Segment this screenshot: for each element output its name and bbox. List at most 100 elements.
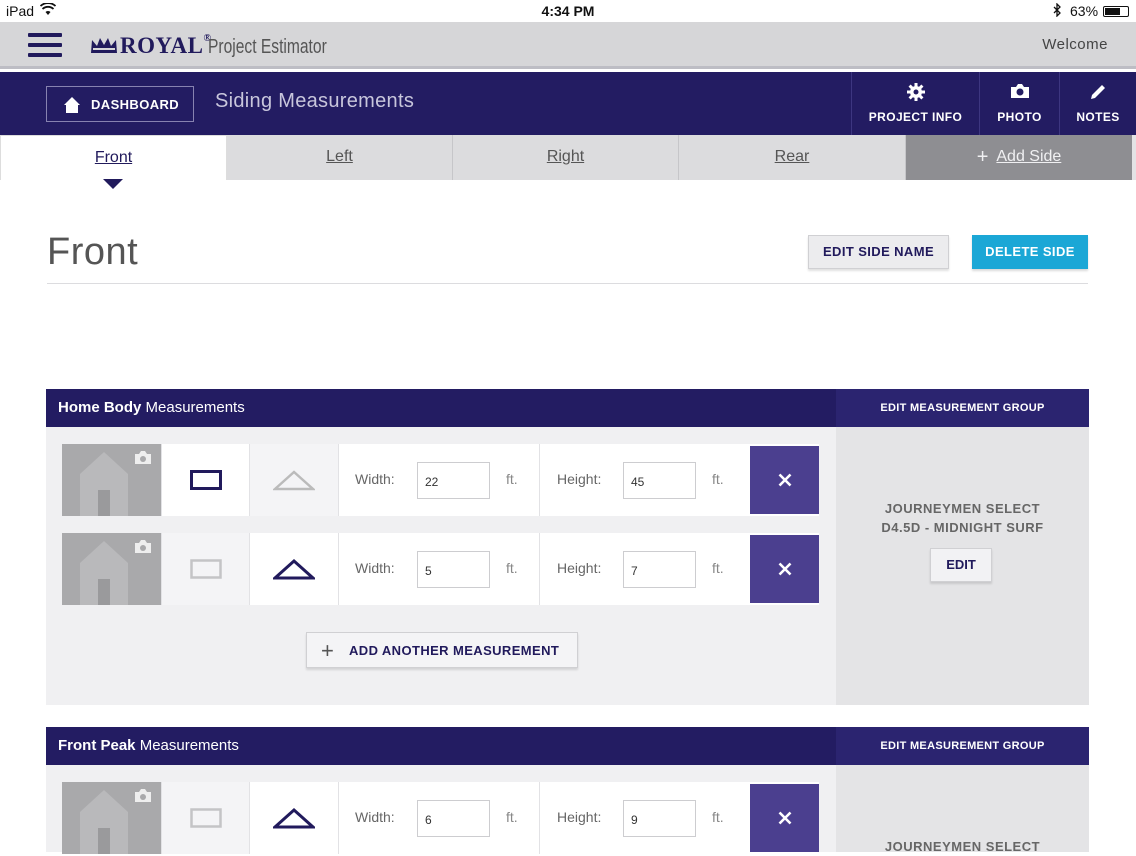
measurement-row: Width: 22 ft. Height: 45 ft. <box>62 444 819 516</box>
photo-label: PHOTO <box>997 110 1042 124</box>
active-tab-caret-icon <box>103 179 123 189</box>
camera-icon <box>135 789 151 802</box>
triangle-shape-icon <box>273 470 315 491</box>
delete-row-button[interactable] <box>750 446 819 514</box>
plus-icon: + <box>976 146 989 168</box>
height-input[interactable]: 9 <box>623 800 696 837</box>
status-bar: iPad 4:34 PM 63% <box>0 0 1136 22</box>
house-photo-thumbnail[interactable] <box>62 444 161 516</box>
height-unit: ft. <box>712 560 724 576</box>
height-field-group: Height: 9 ft. <box>539 782 750 854</box>
menu-icon[interactable] <box>28 33 62 57</box>
measurement-row: Width: 6 ft. Height: 9 ft. <box>62 782 819 854</box>
group-header: Home Body Measurements EDIT MEASUREMENT … <box>46 389 1089 427</box>
width-input[interactable]: 6 <box>417 800 490 837</box>
delete-row-button[interactable] <box>750 784 819 852</box>
triangle-shape-icon <box>273 558 315 580</box>
battery-percent: 63% <box>1070 3 1099 19</box>
shape-triangle-option[interactable] <box>249 533 338 605</box>
battery-icon <box>1103 6 1129 17</box>
group-product-panel: JOURNEYMEN SELECT D4.5D - MIDNIGHT SURF … <box>836 427 1089 705</box>
width-input[interactable]: 5 <box>417 551 490 588</box>
group-title-bold: Home Body <box>58 399 142 416</box>
delete-row-button[interactable] <box>750 535 819 603</box>
group-header: Front Peak Measurements EDIT MEASUREMENT… <box>46 727 1089 765</box>
tab-right[interactable]: Right <box>453 135 679 180</box>
group-title: Home Body Measurements <box>58 399 245 416</box>
group-product-panel: JOURNEYMEN SELECT <box>836 765 1089 854</box>
dashboard-button[interactable]: DASHBOARD <box>46 86 194 122</box>
triangle-shape-icon <box>273 807 315 829</box>
height-unit: ft. <box>712 471 724 487</box>
tab-add-side[interactable]: + Add Side <box>906 135 1132 180</box>
width-field-group: Width: 22 ft. <box>338 444 539 516</box>
camera-icon <box>135 451 151 464</box>
edit-measurement-group-button[interactable]: EDIT MEASUREMENT GROUP <box>836 389 1089 427</box>
product-line-2: D4.5D - MIDNIGHT SURF <box>881 520 1044 535</box>
width-unit: ft. <box>506 809 518 825</box>
camera-icon <box>135 540 151 553</box>
welcome-text[interactable]: Welcome <box>1042 36 1108 53</box>
nav-bar: DASHBOARD Siding Measurements PROJECT IN… <box>0 72 1136 135</box>
shape-rectangle-option[interactable] <box>161 444 249 516</box>
group-title: Front Peak Measurements <box>58 737 239 754</box>
project-info-button[interactable]: PROJECT INFO <box>851 72 979 135</box>
notes-label: NOTES <box>1076 110 1120 124</box>
group-body: Width: 6 ft. Height: 9 ft. <box>46 765 836 854</box>
add-another-measurement-button[interactable]: + ADD ANOTHER MEASUREMENT <box>306 632 578 668</box>
height-input[interactable]: 7 <box>623 551 696 588</box>
width-unit: ft. <box>506 560 518 576</box>
height-input[interactable]: 45 <box>623 462 696 499</box>
plus-icon: + <box>321 638 335 663</box>
width-unit: ft. <box>506 471 518 487</box>
width-field-group: Width: 5 ft. <box>338 533 539 605</box>
height-label: Height: <box>557 560 602 576</box>
measurement-row: Width: 5 ft. Height: 7 ft. <box>62 533 819 605</box>
house-photo-thumbnail[interactable] <box>62 533 161 605</box>
edit-side-name-button[interactable]: EDIT SIDE NAME <box>808 235 949 269</box>
width-field-group: Width: 6 ft. <box>338 782 539 854</box>
rectangle-shape-icon <box>189 470 222 490</box>
add-side-label: Add Side <box>996 148 1062 165</box>
width-label: Width: <box>355 809 395 825</box>
rectangle-shape-icon <box>189 808 222 828</box>
edit-product-button[interactable]: EDIT <box>930 548 992 582</box>
photo-button[interactable]: PHOTO <box>979 72 1059 135</box>
height-field-group: Height: 7 ft. <box>539 533 750 605</box>
close-icon <box>778 473 791 487</box>
project-info-label: PROJECT INFO <box>868 110 963 124</box>
status-time: 4:34 PM <box>541 3 595 19</box>
width-label: Width: <box>355 471 395 487</box>
bluetooth-icon <box>1052 2 1062 20</box>
edit-measurement-group-button[interactable]: EDIT MEASUREMENT GROUP <box>836 727 1089 765</box>
side-tabs: Front Left Right Rear + Add Side <box>0 135 1136 180</box>
group-title-bold: Front Peak <box>58 737 136 754</box>
close-icon <box>778 562 791 576</box>
product-line-1: JOURNEYMEN SELECT <box>884 501 1041 516</box>
app-header: ROYAL® Project Estimator Welcome <box>0 22 1136 69</box>
rectangle-shape-icon <box>189 559 222 579</box>
divider <box>47 283 1088 284</box>
camera-icon <box>1010 84 1029 98</box>
notes-button[interactable]: NOTES <box>1059 72 1136 135</box>
tab-rear[interactable]: Rear <box>679 135 906 180</box>
shape-rectangle-option[interactable] <box>161 782 249 854</box>
gear-icon <box>906 83 925 101</box>
add-measurement-label: ADD ANOTHER MEASUREMENT <box>349 643 560 658</box>
tab-front[interactable]: Front <box>0 135 227 180</box>
height-label: Height: <box>557 471 602 487</box>
shape-triangle-option[interactable] <box>249 782 338 854</box>
dashboard-label: DASHBOARD <box>91 97 180 112</box>
product-name: Project Estimator <box>208 36 327 58</box>
house-photo-thumbnail[interactable] <box>62 782 161 854</box>
side-title: Front <box>47 231 139 273</box>
home-icon <box>64 97 80 113</box>
close-icon <box>778 811 791 825</box>
brand-name: ROYAL® <box>120 33 211 59</box>
shape-triangle-option[interactable] <box>249 444 338 516</box>
brand-text: ROYAL <box>120 33 204 58</box>
shape-rectangle-option[interactable] <box>161 533 249 605</box>
width-input[interactable]: 22 <box>417 462 490 499</box>
delete-side-button[interactable]: DELETE SIDE <box>972 235 1088 269</box>
tab-left[interactable]: Left <box>227 135 453 180</box>
